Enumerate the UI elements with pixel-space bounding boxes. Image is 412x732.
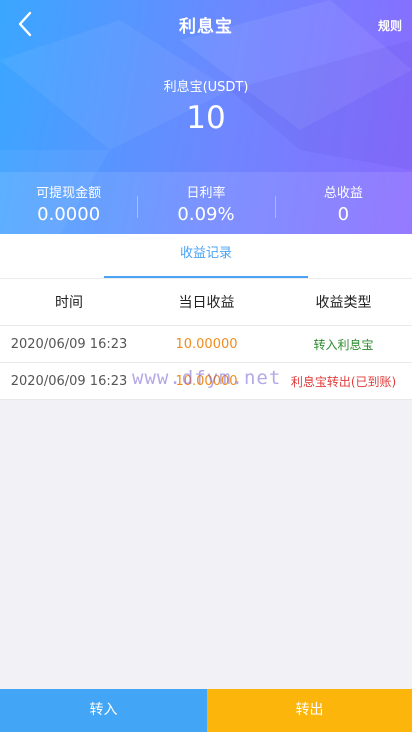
stat-label: 可提现金额 [36, 186, 102, 201]
stat-value: 0.09% [177, 204, 235, 225]
tab-active-indicator [104, 276, 308, 278]
stat-label: 总收益 [323, 186, 363, 201]
hero-header: 利息宝 规则 利息宝(USDT) 10 可提现金额 0.0000 日利率 0.0… [0, 0, 412, 234]
transfer-out-button[interactable]: 转出 [207, 689, 412, 732]
transfer-in-button[interactable]: 转入 [0, 689, 207, 732]
row-time: 2020/06/09 16:23 [10, 373, 128, 389]
stat-label: 日利率 [186, 186, 226, 201]
tab-label: 收益记录 [179, 246, 232, 261]
stat-value: 0.0000 [37, 204, 101, 225]
tab-bar: 收益记录 [0, 234, 412, 279]
column-header-daily-earnings: 当日收益 [178, 295, 235, 311]
asset-balance: 10 [186, 100, 226, 136]
page-title: 利息宝 [179, 17, 233, 37]
nav-bar: 利息宝 规则 [0, 0, 412, 48]
page: 利息宝 规则 利息宝(USDT) 10 可提现金额 0.0000 日利率 0.0… [0, 0, 412, 732]
column-header-earnings-type: 收益类型 [315, 295, 372, 311]
rules-link[interactable]: 规则 [378, 17, 402, 34]
stat-withdrawable: 可提现金额 0.0000 [0, 172, 137, 234]
stat-daily-rate: 日利率 0.09% [137, 172, 274, 234]
watermark: www.dfym.net [132, 367, 282, 389]
stat-value: 0 [337, 204, 350, 225]
table-header: 时间 当日收益 收益类型 [0, 279, 412, 326]
row-type: 转入利息宝 [313, 337, 374, 352]
asset-name: 利息宝(USDT) [163, 80, 249, 95]
row-type: 利息宝转出(已到账) [290, 374, 397, 389]
table-row: 2020/06/09 16:23 10.00000 转入利息宝 [0, 326, 412, 363]
row-amount: 10.00000 [175, 336, 238, 352]
column-header-time: 时间 [55, 295, 83, 311]
stat-total-earnings: 总收益 0 [274, 172, 412, 234]
tab-earnings-record[interactable]: 收益记录 [104, 234, 308, 278]
stats-bar: 可提现金额 0.0000 日利率 0.09% 总收益 0 [0, 172, 412, 234]
row-time: 2020/06/09 16:23 [10, 336, 128, 352]
